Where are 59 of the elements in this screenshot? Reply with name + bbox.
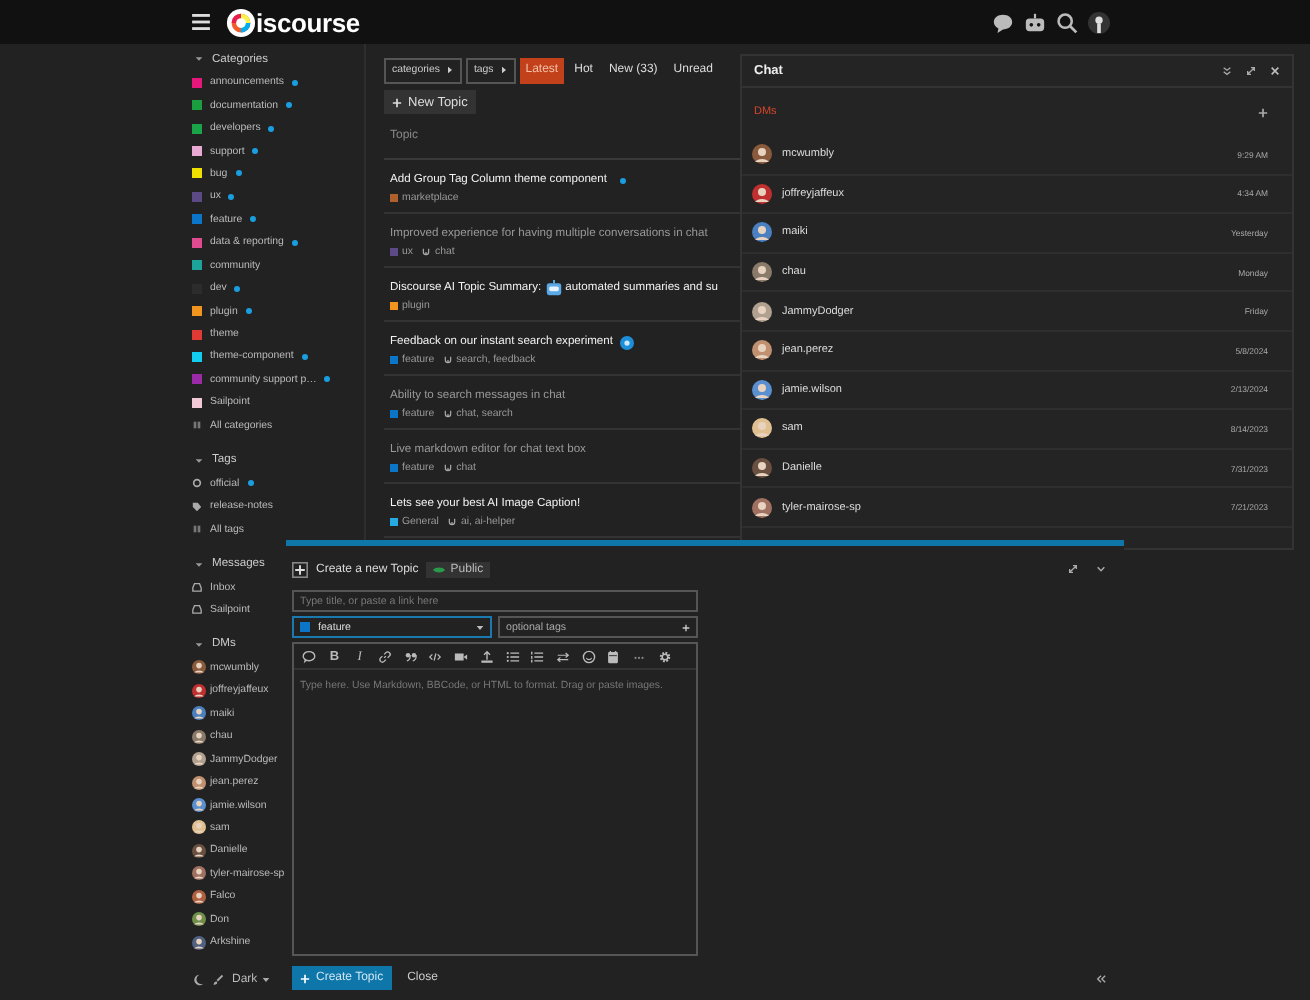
moon-icon[interactable] [192, 974, 204, 986]
upload-icon[interactable] [479, 649, 494, 664]
speech-bubble-icon[interactable] [302, 649, 316, 664]
avatar-icon [192, 683, 206, 698]
plus-icon [392, 97, 402, 107]
grid-icon [192, 524, 202, 535]
avatar-icon [192, 843, 206, 858]
avatar-icon [192, 889, 206, 904]
expand-icon[interactable] [1068, 564, 1078, 575]
avatar-icon [752, 379, 772, 400]
robot-icon[interactable] [1024, 11, 1046, 33]
avatar-icon [192, 912, 206, 927]
menu-icon[interactable] [192, 14, 210, 30]
robot-icon [545, 280, 562, 296]
avatar-icon [752, 262, 772, 283]
collapse-icon[interactable] [1222, 66, 1232, 76]
video-icon[interactable] [454, 649, 469, 664]
avatar-icon [192, 820, 206, 835]
code-icon[interactable] [428, 649, 443, 664]
avatar-icon [752, 222, 772, 243]
avatar-icon [752, 340, 772, 361]
numbered-list-icon[interactable] [530, 649, 545, 664]
bullet-list-icon[interactable] [505, 649, 519, 664]
logo-text[interactable]: iscourse [256, 7, 360, 37]
avatar-icon [192, 935, 206, 950]
logo-icon[interactable] [226, 7, 256, 37]
avatar-icon [192, 729, 206, 744]
avatar-icon [752, 458, 772, 479]
close-icon[interactable] [1270, 66, 1280, 76]
plus-icon[interactable] [292, 561, 308, 578]
avatar-icon [752, 497, 772, 518]
calendar-icon[interactable] [606, 649, 621, 664]
avatar-icon [752, 183, 772, 204]
arrows-icon[interactable] [555, 649, 570, 664]
link-icon[interactable] [378, 649, 393, 664]
smiley-icon[interactable] [581, 649, 596, 664]
avatar-icon [752, 144, 772, 165]
avatar-icon [192, 798, 206, 813]
avatar-icon [192, 660, 206, 675]
plus-icon[interactable] [1258, 107, 1268, 117]
settings-icon[interactable] [657, 649, 672, 664]
avatar-icon [192, 866, 206, 881]
avatar-icon [752, 301, 772, 322]
expand-icon[interactable] [1246, 66, 1256, 76]
avatar-icon [192, 752, 206, 767]
quote-icon[interactable] [403, 649, 418, 664]
collapse-icon[interactable] [1096, 564, 1106, 575]
user-avatar-icon[interactable] [1088, 11, 1110, 33]
brush-icon[interactable] [212, 974, 224, 986]
avatar-icon [752, 418, 772, 439]
search-icon[interactable] [1056, 11, 1078, 33]
avatar-icon [192, 775, 206, 790]
chat-bubble-icon[interactable] [992, 11, 1014, 33]
grid-icon [192, 420, 202, 431]
double-chevron-icon[interactable] [1096, 973, 1106, 984]
plus-icon [300, 973, 310, 984]
plus-icon [682, 623, 690, 632]
caret-icon [261, 976, 270, 984]
avatar-icon [192, 706, 206, 721]
